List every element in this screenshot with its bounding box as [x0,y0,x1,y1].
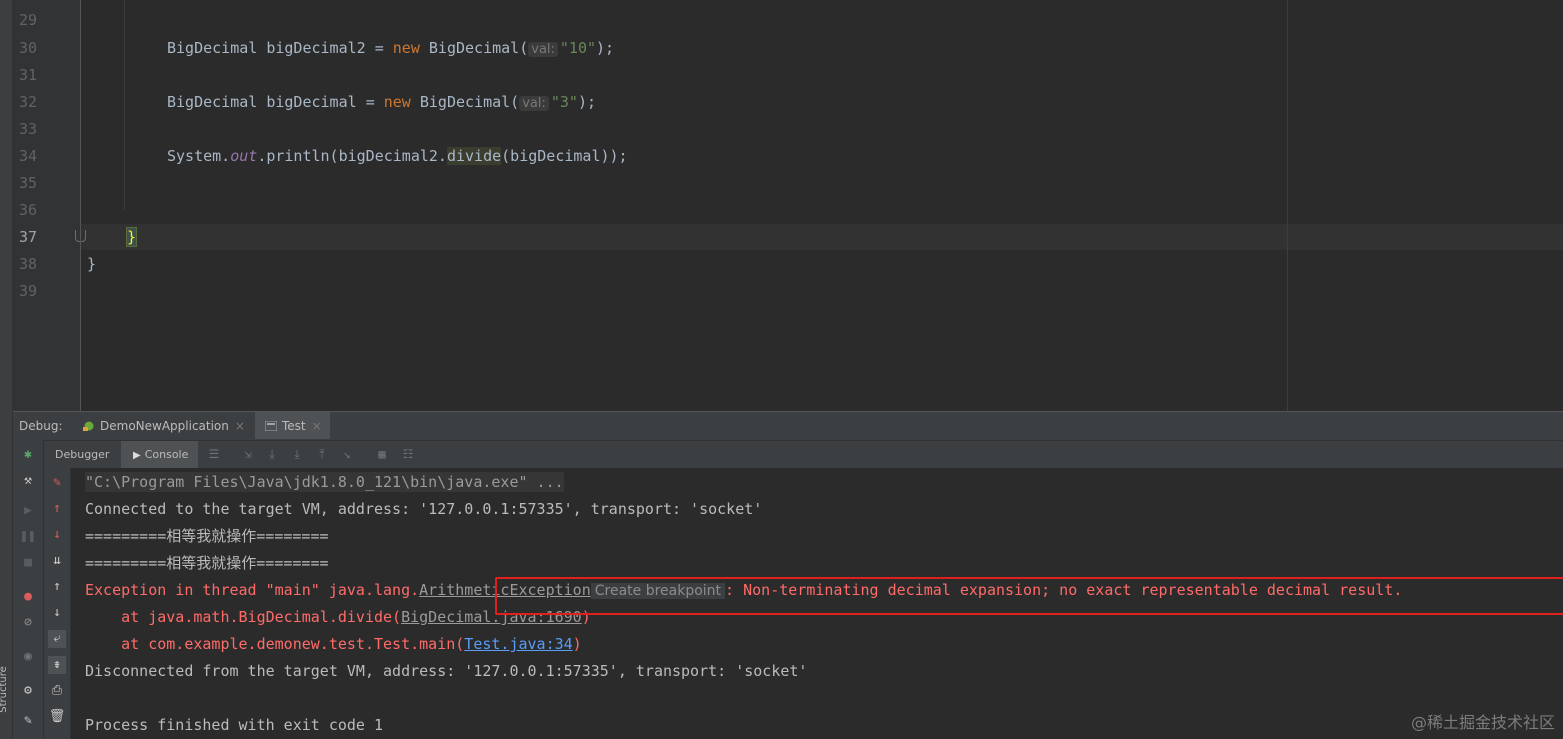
line-number: 33 [18,120,37,138]
code-line-30: BigDecimal bigDecimal2 = new BigDecimal(… [167,39,615,57]
source-link[interactable]: Test.java:34 [464,635,572,653]
annotation-highlight-box [495,577,1563,615]
line-number: 30 [18,39,37,57]
step-out-icon[interactable]: ⤒ [315,447,329,461]
menu-icon[interactable]: ☰ [207,447,221,461]
run-config-icon [265,421,277,431]
line-number: 36 [18,201,37,219]
debug-panel: Debug: DemoNewApplication × Test × Debugge… [13,411,1563,739]
tab-demonewapplication[interactable]: DemoNewApplication × [79,412,251,439]
debug-label: Debug: [19,419,63,433]
console-output[interactable]: "C:\Program Files\Java\jdk1.8.0_121\bin\… [71,468,1563,739]
code-line-38: } [87,255,97,273]
scroll-to-end-icon[interactable]: ⇟ [48,656,66,674]
console-line: =========相等我就操作======== [85,554,329,572]
line-number-gutter: 29 30 31 32 33 34 35 36 37 38 39 [13,0,86,411]
tab-test[interactable]: Test × [255,412,330,439]
rerun-icon[interactable]: ✎ [48,474,66,492]
view-breakpoints-icon[interactable]: ● [19,588,37,606]
close-icon[interactable]: × [235,419,245,433]
line-number: 31 [18,66,37,84]
stack-trace-line: at com.example.demonew.test.Test.main(Te… [85,635,582,653]
current-line-highlight [13,224,1563,250]
console-line: =========相等我就操作======== [85,527,329,545]
console-icon: ▶ [133,450,141,461]
evaluate-icon[interactable]: ▦ [375,447,389,461]
settings-wrench-icon[interactable]: ⚒ [19,472,37,490]
console-line: Connected to the target VM, address: '12… [85,500,763,518]
console-left-toolbar: ✎ ↑ ↓ ⇊ ↑ ↓ ⤶ ⇟ ⎙ 🗑 [44,468,71,739]
code-line-32: BigDecimal bigDecimal = new BigDecimal(v… [167,93,597,111]
left-tool-stripe: Co Structure [0,0,13,739]
right-margin-guide [1287,0,1288,411]
debug-header: Debug: DemoNewApplication × Test × [13,411,1563,440]
line-number-active: 37 [18,228,37,246]
console-line: Process finished with exit code 1 [85,716,384,734]
code-line-37: } [125,227,138,247]
close-icon[interactable]: × [312,419,322,433]
code-line-34: System.out.println(bigDecimal2.divide(bi… [167,147,628,165]
commit-tool-label[interactable]: Co [0,7,2,20]
scroll-up-icon[interactable]: ↑ [48,578,66,596]
stop-icon[interactable]: ■ [19,554,37,572]
gutter-separator [80,0,81,411]
up-arrow-icon[interactable]: ↑ [48,500,66,518]
down-arrow-icon[interactable]: ↓ [48,526,66,544]
step-over-icon[interactable]: ⤓ [265,447,279,461]
camera-icon[interactable]: ◉ [19,648,37,666]
console-command-line: "C:\Program Files\Java\jdk1.8.0_121\bin\… [85,472,564,492]
debug-left-toolbar: ✱ ⚒ ▶ ❚❚ ■ ● ⊘ ◉ ⚙ ✎ [13,440,44,739]
resume-icon[interactable]: ▶ [19,502,37,520]
line-number: 34 [18,147,37,165]
bug-icon[interactable]: ✱ [19,446,37,464]
step-into-icon[interactable]: ⤓ [290,447,304,461]
watermark: @稀土掘金技术社区 [1410,713,1555,732]
tab-console[interactable]: ▶ Console [121,441,199,468]
pin-icon[interactable]: ✎ [19,712,37,730]
run-to-cursor-icon[interactable]: ↘ [340,447,354,461]
parameter-hint: val: [519,96,549,111]
tab-debugger[interactable]: Debugger [43,441,121,468]
trash-icon[interactable]: 🗑 [48,708,66,726]
line-number: 39 [18,282,37,300]
line-number: 32 [18,93,37,111]
scroll-down-icon[interactable]: ↓ [48,604,66,622]
mute-breakpoints-icon[interactable]: ⊘ [19,614,37,632]
line-number: 35 [18,174,37,192]
structure-tool-label[interactable]: Structure [0,666,9,713]
soft-wrap-icon[interactable]: ⤶ [48,630,66,648]
pause-icon[interactable]: ❚❚ [19,528,37,546]
print-icon[interactable]: ⎙ [48,682,66,700]
line-number: 38 [18,255,37,273]
sort-icon[interactable]: ⇊ [48,552,66,570]
code-editor[interactable]: 29 30 31 32 33 34 35 36 37 38 39 BigDeci… [13,0,1563,411]
parameter-hint: val: [528,42,558,57]
spring-boot-icon [83,421,94,431]
show-execution-point-icon[interactable]: ⇲ [241,447,255,461]
debug-sub-toolbar: Debugger ▶ Console ☰ ⇲ ⤓ ⤓ ⤒ ↘ ▦ ☷ [13,440,1563,469]
line-number: 29 [18,11,37,29]
indent-guide [124,0,125,210]
trace-icon[interactable]: ☷ [401,447,415,461]
console-line: Disconnected from the target VM, address… [85,662,808,680]
gear-icon[interactable]: ⚙ [19,682,37,700]
